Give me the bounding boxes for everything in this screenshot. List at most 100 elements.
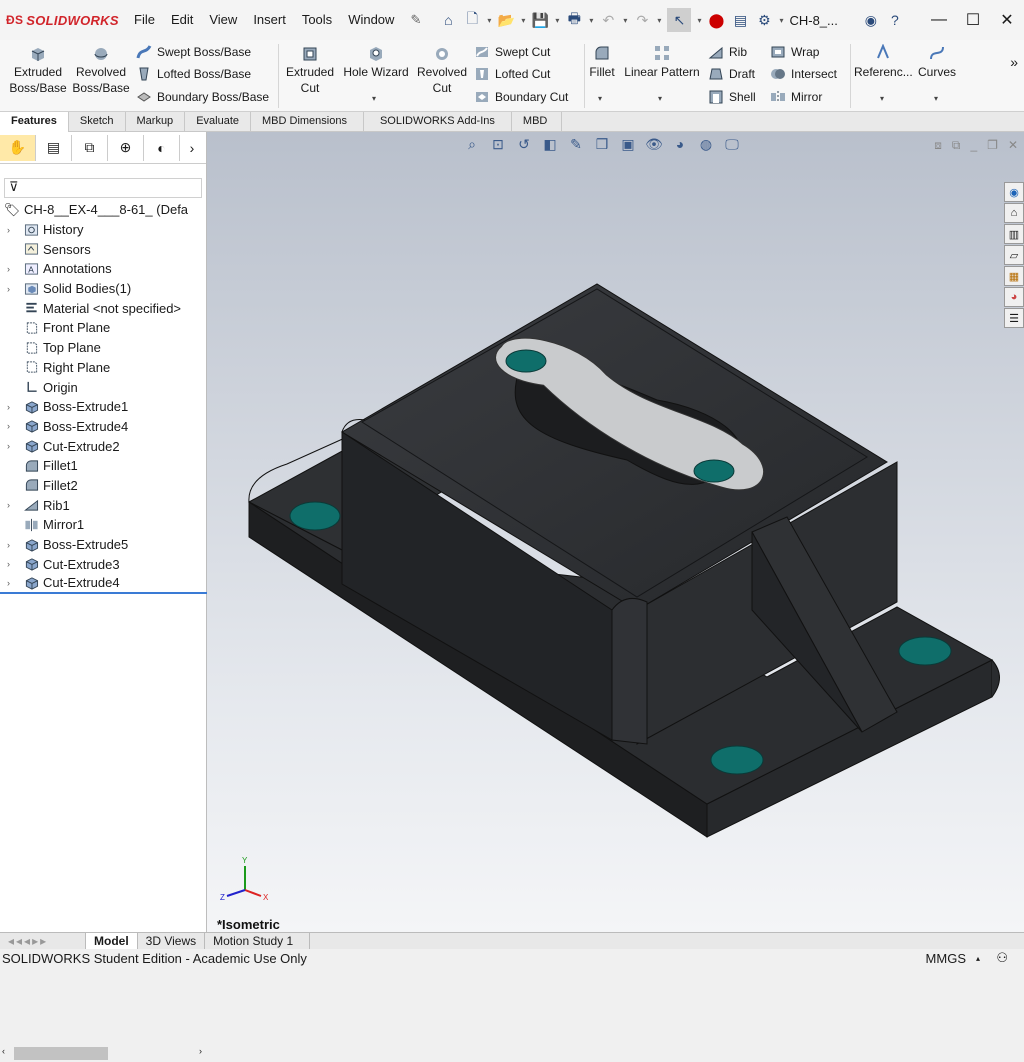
part-model[interactable]: Y X Z [207,132,1024,932]
revolved-cut-button[interactable]: Revolved Cut [414,44,470,96]
expand-chevron-icon[interactable]: › [7,421,17,431]
panel-tabs-chevron-icon[interactable]: › [180,135,204,161]
expand-chevron-icon[interactable]: › [7,441,17,451]
status-help-icon[interactable]: ⚇ [996,950,1008,966]
draft-button[interactable]: Draft [708,64,755,84]
linear-pattern-dropdown-icon[interactable]: ▾ [658,94,662,103]
tree-item-history[interactable]: › History [0,220,207,240]
file-properties-icon[interactable]: ▤ [731,11,749,29]
tree-item-mirror1[interactable]: Mirror1 [0,515,207,535]
tree-item-sensors[interactable]: Sensors [0,239,207,259]
extruded-boss-button[interactable]: Extruded Boss/Base [6,44,70,96]
tree-item-annotations[interactable]: › A Annotations [0,259,207,279]
tab-mbd-dimensions[interactable]: MBD Dimensions [251,112,364,132]
expand-chevron-icon[interactable]: › [7,500,17,510]
tree-item-rib1[interactable]: › Rib1 [0,495,207,515]
filter-field[interactable]: ⊽ [4,178,202,198]
wrap-button[interactable]: Wrap [770,42,819,62]
rib-button[interactable]: Rib [708,42,747,62]
save-icon[interactable]: 💾 [531,11,549,29]
curves-button[interactable]: Curves [914,44,960,80]
tab-solidworks-add-ins[interactable]: SOLIDWORKS Add-Ins [364,112,512,132]
tree-item-front-plane[interactable]: Front Plane [0,318,207,338]
close-icon[interactable]: ✕ [990,10,1024,30]
revolved-boss-button[interactable]: Revolved Boss/Base [70,44,132,96]
tab-sketch[interactable]: Sketch [69,112,126,132]
swept-boss-button[interactable]: Swept Boss/Base [136,42,251,62]
propertymanager-tab-icon[interactable]: ▤ [36,134,72,161]
dimxpertmanager-tab-icon[interactable]: ⊕ [108,134,144,161]
pin-icon[interactable]: ✎ [402,12,429,28]
menu-tools[interactable]: Tools [294,12,340,28]
tree-item-boss-extrude4[interactable]: › Boss-Extrude4 [0,417,207,437]
tree-item-origin[interactable]: Origin [0,377,207,397]
boundary-cut-button[interactable]: Boundary Cut [474,87,568,107]
solidworks-logo[interactable]: ƉS SOLIDWORKS [6,13,126,28]
lofted-boss-button[interactable]: Lofted Boss/Base [136,64,251,84]
tree-item-solid-bodies-1[interactable]: › Solid Bodies(1) [0,279,207,299]
expand-chevron-icon[interactable]: › [7,264,17,274]
hole-wizard-dropdown-icon[interactable]: ▾ [372,94,376,103]
units-selector[interactable]: MMGS [926,951,966,966]
reference-dropdown-icon[interactable]: ▾ [880,94,884,103]
menu-insert[interactable]: Insert [245,12,294,28]
tree-item-cut-extrude2[interactable]: › Cut-Extrude2 [0,436,207,456]
tree-item-boss-extrude1[interactable]: › Boss-Extrude1 [0,397,207,417]
scroll-left-icon[interactable]: ‹ [2,1046,5,1056]
print-icon[interactable]: 🖶 [565,10,583,29]
menu-edit[interactable]: Edit [163,12,201,28]
tab-motion-study-1[interactable]: Motion Study 1 [205,933,311,949]
tree-item-fillet2[interactable]: Fillet2 [0,476,207,496]
menu-view[interactable]: View [201,12,245,28]
graphics-viewport[interactable]: ⌕ ⊡ ↺ ◧ ✎ ❒ ▣ 👁 ◕ ◍ 🖵 ⧈ ⧉ _ ❐ ✕ ◉ ⌂ ▥ ▱ … [207,132,1024,932]
tab-evaluate[interactable]: Evaluate [185,112,251,132]
boundary-boss-button[interactable]: Boundary Boss/Base [136,87,269,107]
options-gear-icon[interactable]: ⚙ [755,11,773,29]
panel-horizontal-scrollbar[interactable]: ‹ › [0,1045,206,1062]
extruded-cut-button[interactable]: Extruded Cut [282,44,338,96]
open-icon[interactable]: 📂 [497,11,515,29]
ribbon-overflow-chevron-icon[interactable]: » [1010,54,1018,70]
displaymanager-tab-icon[interactable]: ◐ [144,134,180,161]
linear-pattern-button[interactable]: Linear Pattern [622,44,702,80]
tree-item-fillet1[interactable]: Fillet1 [0,456,207,476]
tab-markup[interactable]: Markup [126,112,186,132]
maximize-icon[interactable]: ☐ [956,10,990,30]
scroll-right-icon[interactable]: › [199,1046,202,1056]
home-icon[interactable]: ⌂ [439,11,457,29]
reference-geometry-button[interactable]: Referenc... [854,44,913,80]
tab-3d-views[interactable]: 3D Views [138,933,206,949]
tab-mbd[interactable]: MBD [512,112,563,132]
rebuild-icon[interactable]: ⬤ [707,11,725,29]
intersect-button[interactable]: Intersect [770,64,837,84]
expand-chevron-icon[interactable]: › [7,578,17,588]
tree-item-cut-extrude4[interactable]: › Cut-Extrude4 [0,574,207,594]
tab-model[interactable]: Model [86,933,138,949]
expand-chevron-icon[interactable]: › [7,559,17,569]
tree-root-part[interactable]: 🏷 CH-8__EX-4___8-61_ (Defa [0,200,207,220]
tab-navigation-arrows-icon[interactable]: ◂◂◂▸▸ [0,933,86,949]
hole-wizard-button[interactable]: Hole Wizard [340,44,412,80]
expand-chevron-icon[interactable]: › [7,225,17,235]
lofted-cut-button[interactable]: Lofted Cut [474,64,550,84]
fillet-button[interactable]: Fillet [588,44,616,80]
menu-file[interactable]: File [126,12,163,28]
menu-window[interactable]: Window [340,12,402,28]
scrollbar-thumb[interactable] [14,1047,108,1060]
tree-item-cut-extrude3[interactable]: › Cut-Extrude3 [0,554,207,574]
user-account-icon[interactable]: ◉ [862,11,880,29]
swept-cut-button[interactable]: Swept Cut [474,42,550,62]
curves-dropdown-icon[interactable]: ▾ [934,94,938,103]
undo-icon[interactable]: ↶ [599,11,617,29]
shell-button[interactable]: Shell [708,87,756,107]
fillet-dropdown-icon[interactable]: ▾ [598,94,602,103]
tree-item-boss-extrude5[interactable]: › Boss-Extrude5 [0,535,207,555]
units-dropdown-icon[interactable]: ▴ [976,954,980,963]
redo-icon[interactable]: ↷ [633,11,651,29]
tree-item-top-plane[interactable]: Top Plane [0,338,207,358]
tree-item-material-not-specified[interactable]: Material <not specified> [0,298,207,318]
help-icon[interactable]: ? [886,11,904,29]
expand-chevron-icon[interactable]: › [7,540,17,550]
featuremanager-tab-icon[interactable]: ✋ [0,134,36,161]
expand-chevron-icon[interactable]: › [7,284,17,294]
